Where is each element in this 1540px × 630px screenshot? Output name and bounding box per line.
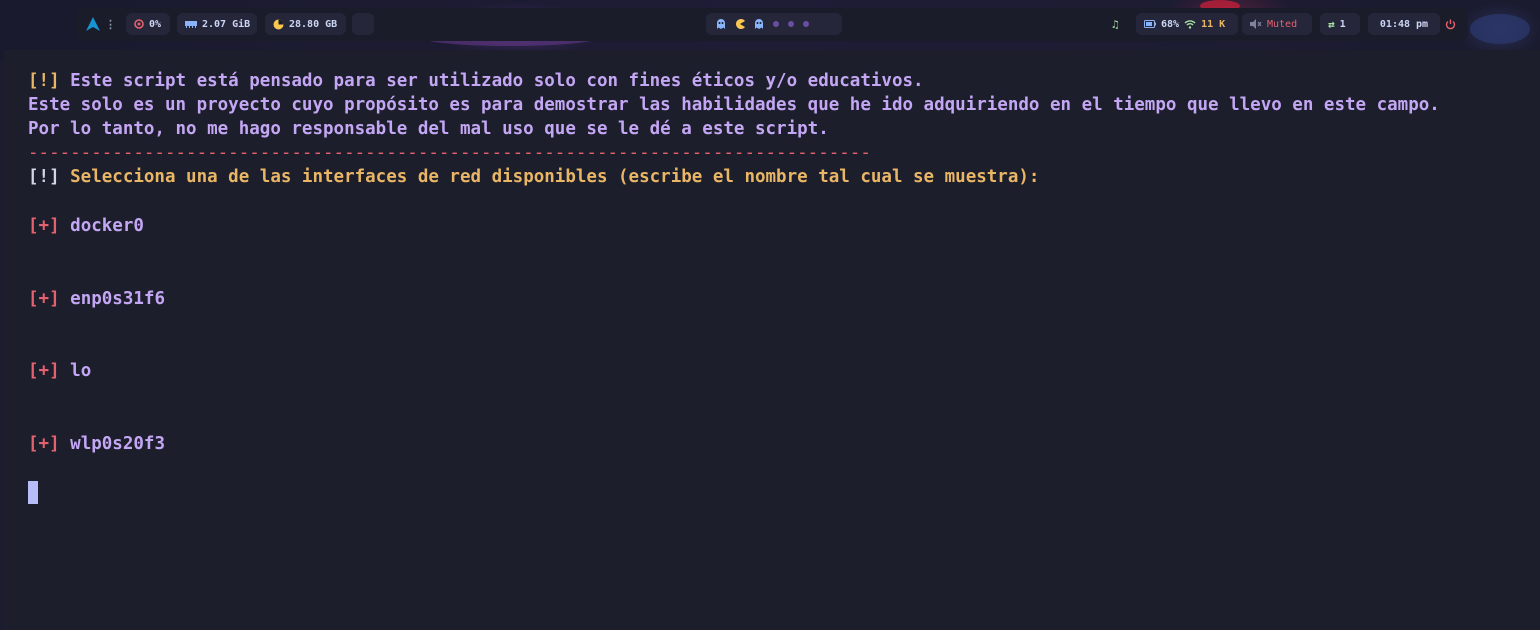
volume-widget[interactable]: Muted	[1242, 13, 1312, 35]
cpu-icon	[134, 19, 144, 29]
interface-name: wlp0s20f3	[70, 434, 165, 454]
wifi-icon	[1184, 19, 1196, 29]
workspace-dot[interactable]	[773, 21, 779, 27]
workspace-switcher	[706, 13, 842, 35]
cpu-widget[interactable]: 0%	[126, 13, 170, 35]
clock-widget[interactable]: 01:48 pm	[1368, 13, 1440, 35]
item-prefix: [+]	[28, 289, 60, 309]
launcher-group: ⋮	[82, 13, 124, 35]
workspace-dot[interactable]	[788, 21, 794, 27]
disclaimer-line: Este solo es un proyecto cuyo propósito …	[28, 95, 1440, 115]
cpu-value: 0%	[149, 18, 162, 30]
ghost-icon[interactable]	[754, 19, 764, 29]
disk-widget[interactable]: 28.80 GB	[265, 13, 346, 35]
updates-icon: ⇄	[1328, 17, 1335, 31]
text-cursor	[28, 481, 38, 504]
wifi-value: 11 K	[1201, 18, 1226, 30]
interface-item: [+] wlp0s20f3	[28, 434, 165, 454]
power-button[interactable]	[1440, 13, 1462, 35]
memory-value: 2.07 GiB	[202, 18, 251, 30]
interface-name: enp0s31f6	[70, 289, 165, 309]
separator-line: ----------------------------------------…	[28, 143, 871, 163]
memory-icon	[185, 20, 197, 28]
empty-widget	[352, 13, 374, 35]
interface-item: [+] lo	[28, 361, 91, 381]
speaker-muted-icon	[1250, 19, 1262, 29]
item-prefix: [+]	[28, 216, 60, 236]
volume-value: Muted	[1267, 18, 1298, 30]
prompt-text: Selecciona una de las interfaces de red …	[59, 167, 1040, 187]
item-prefix: [+]	[28, 434, 60, 454]
item-prefix: [+]	[28, 361, 60, 381]
pacman-icon[interactable]	[735, 19, 745, 29]
workspace-dot[interactable]	[803, 21, 809, 27]
top-status-bar: ⋮ 0% 2.07 GiB 28.80 GB ♫ 68% 11 K Muted …	[76, 8, 1468, 41]
interface-name: docker0	[70, 216, 144, 236]
music-widget[interactable]: ♫	[1106, 13, 1130, 35]
arch-icon[interactable]	[86, 17, 100, 31]
prompt-prefix: [!]	[28, 167, 60, 187]
interface-item: [+] enp0s31f6	[28, 289, 165, 309]
disk-pie-icon	[273, 19, 284, 30]
prompt-line: [!] Selecciona una de las interfaces de …	[28, 167, 1039, 187]
disclaimer-text: Este script está pensado para ser utiliz…	[59, 71, 924, 91]
updates-widget[interactable]: ⇄ 1	[1320, 13, 1360, 35]
disclaimer-line: Por lo tanto, no me hago responsable del…	[28, 119, 829, 139]
battery-icon	[1144, 20, 1156, 28]
clock-value: 01:48 pm	[1379, 18, 1429, 30]
kebab-menu-icon[interactable]: ⋮	[105, 19, 116, 30]
interface-name: lo	[70, 361, 92, 381]
warning-prefix: [!]	[28, 71, 60, 91]
power-icon	[1445, 19, 1456, 30]
disk-value: 28.80 GB	[289, 18, 338, 30]
interface-item: [+] docker0	[28, 216, 144, 236]
ghost-icon[interactable]	[716, 19, 726, 29]
wallpaper-shape	[1470, 14, 1530, 44]
battery-value: 68%	[1161, 18, 1180, 30]
updates-value: 1	[1339, 18, 1346, 30]
music-note-icon: ♫	[1112, 17, 1119, 31]
disclaimer-line: [!] Este script está pensado para ser ut…	[28, 71, 924, 91]
terminal-window[interactable]: [!] Este script está pensado para ser ut…	[4, 50, 1540, 630]
battery-wifi-widget[interactable]: 68% 11 K	[1136, 13, 1238, 35]
memory-widget[interactable]: 2.07 GiB	[177, 13, 257, 35]
